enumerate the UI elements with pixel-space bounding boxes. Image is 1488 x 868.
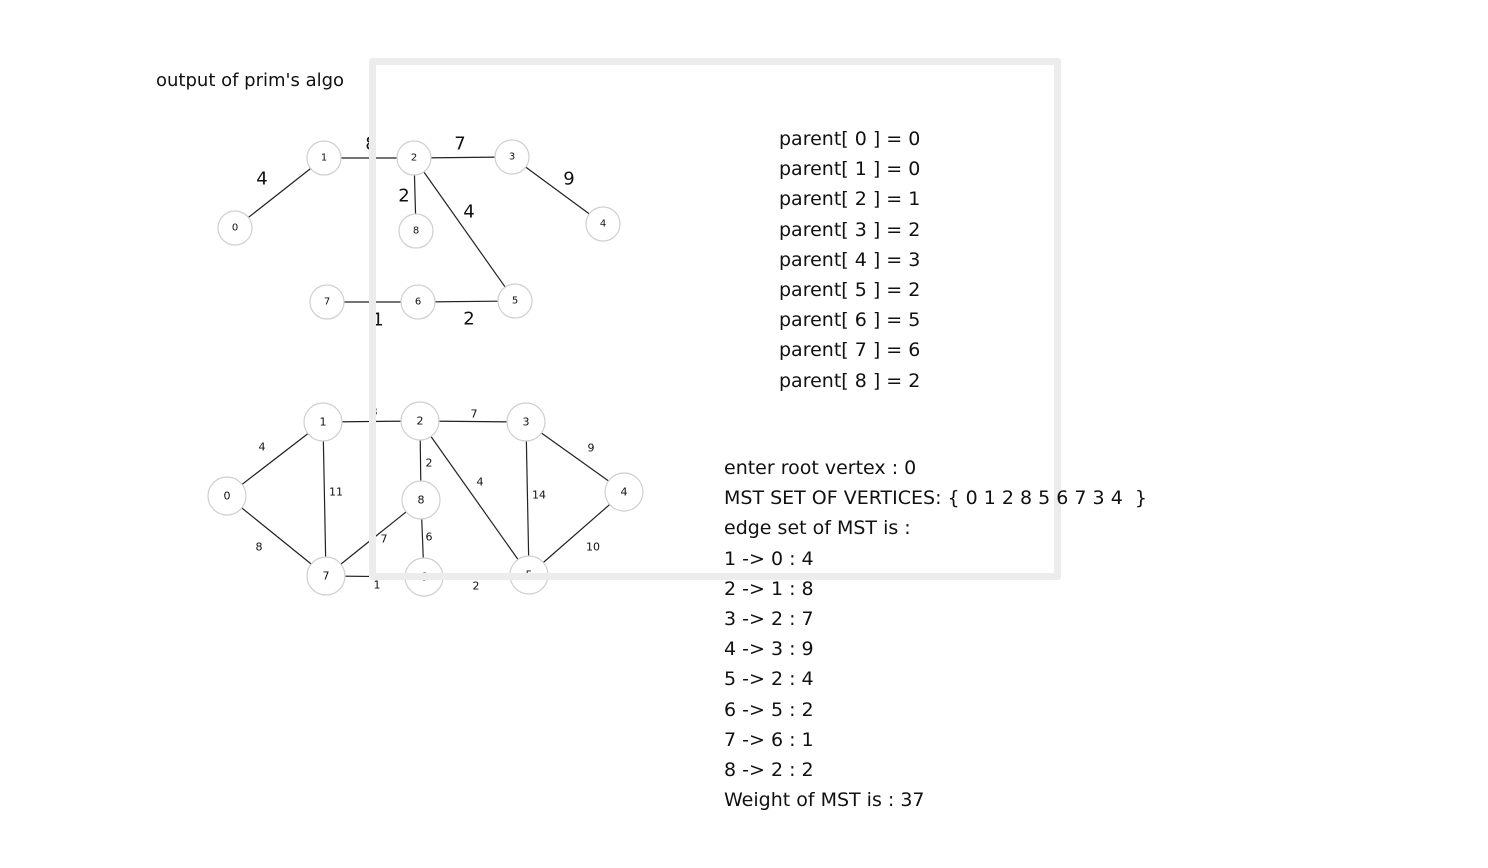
full-node-label: 7 [323,570,330,583]
console-output: enter root vertex : 0 MST SET OF VERTICES… [724,453,1147,815]
output-line: 3 -> 2 : 7 [724,608,814,631]
parent-list: parent[ 0 ] = 0 parent[ 1 ] = 0 parent[ 2 … [779,124,920,396]
full-node-label: 4 [621,486,628,499]
mst-edge-weight: 2 [398,186,409,207]
full-edge-weight: 6 [426,531,433,544]
full-edge-weight: 4 [477,476,484,489]
full-edge-weight: 14 [532,489,546,502]
full-edge-weight: 10 [586,541,600,554]
output-line: 8 -> 2 : 2 [724,759,814,782]
parent-line: parent[ 3 ] = 2 [779,218,921,241]
parent-line: parent[ 7 ] = 6 [779,339,921,362]
parent-line: parent[ 0 ] = 0 [779,128,921,150]
parent-line: parent[ 4 ] = 3 [779,248,921,271]
output-line: MST SET OF VERTICES: { 0 1 2 8 5 6 7 3 4… [724,487,1147,510]
full-node-label: 6 [421,571,428,584]
full-edge-weight: 9 [588,442,595,455]
output-line: enter root vertex : 0 [724,457,917,479]
full-edge-3-5 [525,421,530,576]
page-title: output of prim's algo [156,70,345,91]
full-node-label: 0 [224,490,231,503]
full-edge-weight: 11 [329,486,343,499]
full-edge-weight: 7 [471,408,478,421]
full-edge-weight: 2 [426,457,433,470]
output-line: 2 -> 1 : 8 [724,577,814,600]
full-node-label: 1 [320,416,327,429]
mst-edge-weight: 9 [563,169,574,190]
output-line: Weight of MST is : 37 [724,789,925,812]
mst-graph: 4 8 7 9 2 4 1 2 0 1 2 3 4 5 6 7 8 [217,134,621,331]
full-edge-weight: 8 [256,541,263,554]
full-edge-weight: 2 [473,580,480,593]
mst-node-label: 3 [509,152,515,163]
full-edge-1-7 [322,421,327,577]
output-line: 5 -> 2 : 4 [724,668,814,691]
parent-line: parent[ 6 ] = 5 [779,309,921,332]
mst-node-label: 8 [413,226,419,237]
mst-node-label: 1 [321,153,327,164]
full-edge-weight: 1 [374,579,381,592]
mst-node-label: 7 [324,297,330,308]
parent-line: parent[ 5 ] = 2 [779,279,921,302]
output-line: 6 -> 5 : 2 [724,698,814,721]
mst-node-label: 5 [512,296,518,307]
parent-line: parent[ 8 ] = 2 [779,369,921,392]
full-node-label: 8 [418,494,425,507]
output-line: 1 -> 0 : 4 [724,547,814,570]
full-edge-weight: 8 [371,406,378,419]
mst-node-label: 2 [411,153,417,164]
output-line: edge set of MST is : [724,517,911,540]
mst-edge-weight: 4 [463,202,474,223]
mst-edge-weight: 4 [256,169,267,190]
parent-line: parent[ 1 ] = 0 [779,158,921,181]
full-graph: 4 8 7 9 8 11 2 7 6 4 14 10 1 2 0 1 2 3 4 5 6 7 8 [207,401,644,597]
full-node-label: 3 [523,416,530,429]
mst-edge-weight: 1 [372,310,383,331]
full-edge-weight: 4 [259,441,266,454]
full-node-label: 2 [417,415,424,428]
full-node-label: 5 [526,569,533,582]
output-line: 4 -> 3 : 9 [724,638,814,661]
mst-node-label: 0 [232,223,238,234]
mst-node-label: 4 [600,219,606,230]
mst-edge-weight: 8 [365,134,376,155]
mst-edge-weight: 2 [463,309,474,330]
full-edge-weight: 7 [381,533,388,546]
output-line: 7 -> 6 : 1 [724,728,814,751]
mst-edge-weight: 7 [454,134,465,155]
parent-line: parent[ 2 ] = 1 [779,188,921,211]
mst-node-label: 6 [415,297,421,308]
